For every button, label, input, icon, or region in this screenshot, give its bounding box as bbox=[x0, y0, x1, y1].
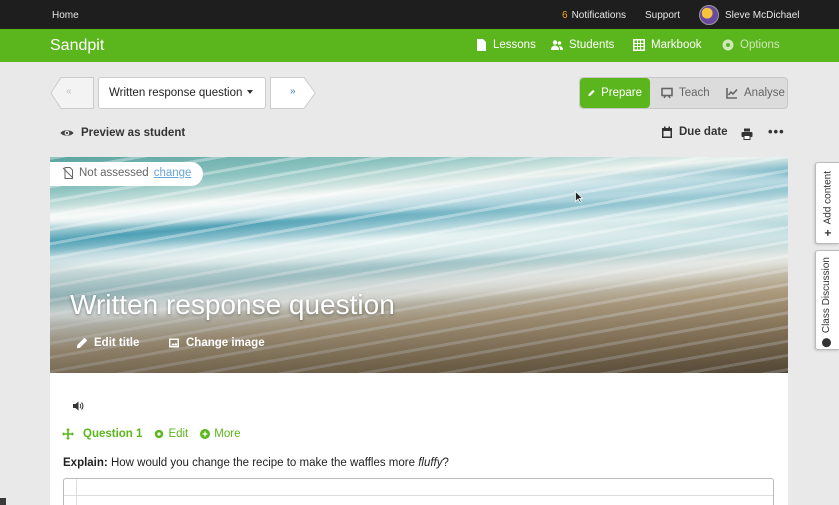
print-button[interactable] bbox=[741, 127, 753, 145]
nav-options[interactable]: Options bbox=[722, 39, 780, 51]
speaker-icon[interactable] bbox=[72, 400, 84, 412]
line-chart-icon bbox=[726, 88, 738, 99]
question-header: Question 1 Edit More bbox=[62, 428, 240, 440]
change-image-label: Change image bbox=[186, 337, 265, 349]
mode-teach-label: Teach bbox=[679, 87, 710, 99]
whiteboard-icon bbox=[661, 87, 673, 99]
add-content-label: Add content bbox=[822, 171, 834, 225]
content-panel: Question 1 Edit More Explain: How would … bbox=[50, 373, 788, 505]
assessment-badge: Not assessed change bbox=[50, 162, 204, 186]
user-menu[interactable]: Sleve McDichael bbox=[699, 5, 799, 25]
eye-icon bbox=[60, 130, 74, 136]
users-icon bbox=[551, 40, 563, 50]
edit-question-button[interactable]: Edit bbox=[154, 428, 188, 440]
change-image-button[interactable]: Change image bbox=[168, 337, 265, 349]
mouse-cursor-icon bbox=[575, 190, 584, 203]
edit-title-button[interactable]: Edit title bbox=[76, 337, 139, 349]
document-icon bbox=[477, 39, 486, 51]
nav-lessons-label: Lessons bbox=[493, 39, 536, 51]
due-date-label: Due date bbox=[679, 126, 728, 138]
next-arrow: » bbox=[290, 86, 296, 97]
notifications-link[interactable]: 6 Notifications bbox=[562, 10, 626, 21]
nav-students[interactable]: Students bbox=[551, 39, 614, 51]
bee-icon bbox=[699, 5, 719, 25]
notifications-count: 6 bbox=[562, 10, 568, 21]
notifications-label: Notifications bbox=[571, 10, 627, 21]
more-question-button[interactable]: More bbox=[200, 428, 240, 440]
more-question-label: More bbox=[214, 428, 241, 440]
chat-bubble-icon bbox=[822, 338, 831, 348]
plus-circle-icon bbox=[200, 429, 211, 439]
more-options-button[interactable]: ••• bbox=[768, 124, 785, 139]
class-discussion-label: Class Discussion bbox=[821, 257, 832, 334]
printer-icon bbox=[741, 128, 753, 140]
add-content-tab-inner: + Add content bbox=[821, 171, 835, 236]
top-bar: Home 6 Notifications Support Sleve McDich… bbox=[0, 0, 839, 29]
gear-icon bbox=[155, 429, 164, 439]
class-name[interactable]: Sandpit bbox=[50, 37, 104, 55]
page-title: Written response question bbox=[70, 289, 395, 320]
due-date-button[interactable]: Due date bbox=[661, 126, 728, 138]
main-nav: Sandpit Lessons Students Markbook Option… bbox=[0, 29, 839, 62]
prompt-emphasis: fluffy bbox=[418, 457, 443, 469]
pencil-icon bbox=[588, 89, 595, 97]
support-link[interactable]: Support bbox=[645, 10, 680, 21]
plus-icon: + bbox=[821, 229, 835, 237]
question-prompt: Explain: How would you change the recipe… bbox=[63, 457, 449, 469]
nav-markbook-label: Markbook bbox=[651, 39, 702, 51]
preview-label: Preview as student bbox=[81, 127, 186, 139]
item-select-dropdown[interactable]: Written response question bbox=[98, 77, 266, 109]
previous-arrow: « bbox=[66, 86, 72, 97]
add-content-tab[interactable]: + Add content bbox=[815, 162, 839, 244]
question-label: Question 1 bbox=[83, 428, 143, 440]
prompt-text: How would you change the recipe to make … bbox=[110, 457, 419, 469]
item-select-value: Written response question bbox=[109, 87, 243, 99]
mode-analyse[interactable]: Analyse bbox=[718, 78, 793, 108]
nav-markbook[interactable]: Markbook bbox=[633, 39, 702, 51]
class-discussion-tab[interactable]: Class Discussion bbox=[815, 250, 839, 350]
home-link[interactable]: Home bbox=[52, 10, 79, 21]
mode-toggle: Prepare Teach Analyse bbox=[579, 77, 788, 109]
hero-image: Not assessed change Written response que… bbox=[50, 157, 788, 373]
editor-gutter bbox=[76, 479, 77, 505]
change-assessment-link[interactable]: change bbox=[154, 167, 192, 179]
class-discussion-tab-inner: Class Discussion bbox=[821, 257, 832, 348]
gear-icon bbox=[722, 39, 734, 51]
pencil-icon bbox=[76, 337, 88, 349]
move-icon[interactable] bbox=[62, 428, 74, 440]
mode-prepare-label: Prepare bbox=[601, 87, 642, 99]
grid-icon bbox=[633, 39, 645, 51]
assessment-status: Not assessed bbox=[79, 167, 149, 179]
user-name: Sleve McDichael bbox=[725, 9, 800, 21]
nav-lessons[interactable]: Lessons bbox=[475, 39, 536, 51]
prompt-end: ? bbox=[442, 457, 449, 469]
not-assessed-icon bbox=[62, 167, 74, 179]
calendar-icon bbox=[662, 126, 672, 138]
mode-analyse-label: Analyse bbox=[744, 87, 785, 99]
mode-prepare[interactable]: Prepare bbox=[580, 78, 650, 108]
preview-as-student-button[interactable]: Preview as student bbox=[60, 126, 185, 140]
mode-teach[interactable]: Teach bbox=[653, 78, 718, 108]
edit-question-label: Edit bbox=[168, 428, 189, 440]
window-corner bbox=[0, 498, 6, 505]
nav-options-label: Options bbox=[740, 39, 780, 51]
caret-down-icon bbox=[247, 90, 253, 94]
previous-item-button[interactable]: « bbox=[50, 77, 94, 109]
nav-students-label: Students bbox=[569, 39, 615, 51]
editor-divider bbox=[64, 495, 773, 496]
explain-label: Explain: bbox=[63, 457, 108, 469]
image-icon bbox=[169, 338, 179, 348]
edit-title-label: Edit title bbox=[94, 337, 140, 349]
answer-editor[interactable] bbox=[63, 478, 774, 505]
next-item-button[interactable]: » bbox=[270, 77, 316, 109]
